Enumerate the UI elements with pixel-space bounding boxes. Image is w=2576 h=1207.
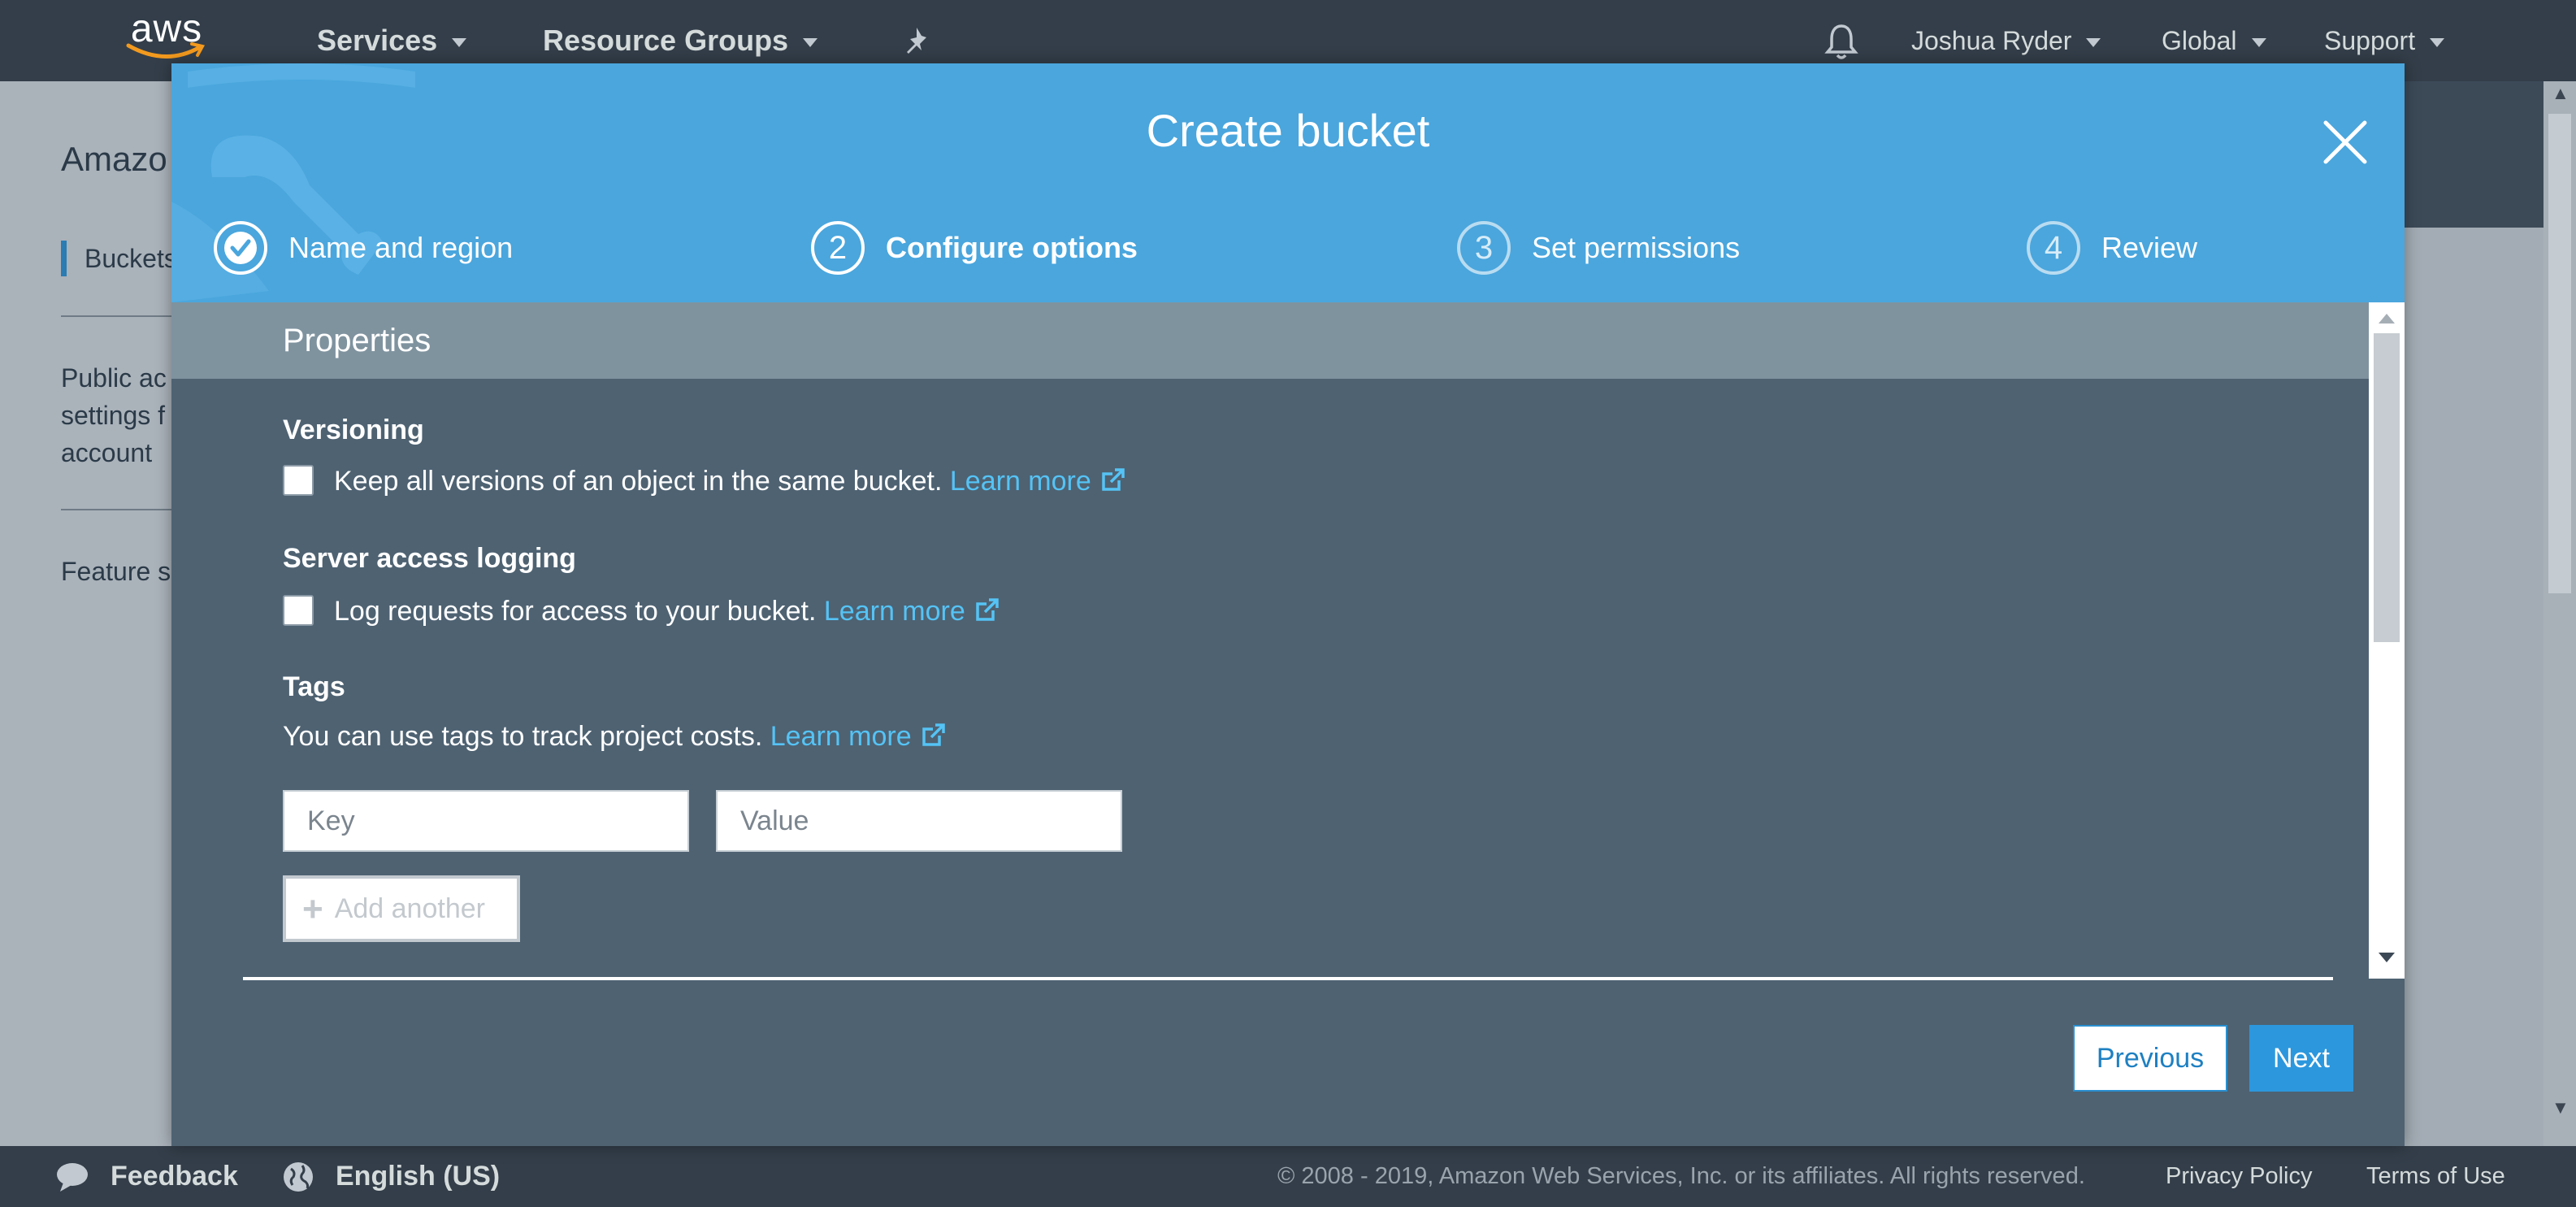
feedback-link[interactable]: Feedback xyxy=(111,1146,238,1207)
step-number: 2 xyxy=(811,221,865,275)
modal-title: Create bucket xyxy=(1146,105,1430,156)
server-access-logging-checkbox[interactable] xyxy=(283,595,314,626)
page-scrollbar[interactable]: ▲ ▼ xyxy=(2543,81,2576,1146)
external-link-icon xyxy=(976,598,999,621)
external-link-icon xyxy=(1102,468,1125,491)
server-access-logging-option: Log requests for access to your bucket. … xyxy=(334,593,1001,629)
page-scrollbar-thumb[interactable] xyxy=(2548,114,2571,593)
aws-logo[interactable]: aws xyxy=(122,7,211,72)
step-number: 4 xyxy=(2027,221,2080,275)
learn-more-label: Learn more xyxy=(949,466,1091,497)
tag-key-input[interactable] xyxy=(283,790,689,852)
public-access-line-2: settings f xyxy=(61,401,166,430)
close-icon[interactable] xyxy=(2322,119,2369,166)
properties-section-header: Properties xyxy=(171,302,2369,379)
services-label: Services xyxy=(317,24,438,57)
versioning-description: Keep all versions of an object in the sa… xyxy=(334,466,943,497)
logging-description: Log requests for access to your bucket. xyxy=(334,596,817,627)
chevron-down-icon xyxy=(2086,38,2101,48)
language-selector[interactable]: English (US) xyxy=(336,1146,500,1207)
chevron-down-icon xyxy=(452,37,467,47)
scroll-up-arrow-icon[interactable]: ▲ xyxy=(2552,83,2569,104)
bell-icon[interactable] xyxy=(1823,21,1860,62)
modal-scrollbar-thumb[interactable] xyxy=(2374,333,2400,642)
modal-body: Properties Versioning Keep all versions … xyxy=(171,302,2369,979)
versioning-title: Versioning xyxy=(283,415,424,445)
aws-smile-icon xyxy=(126,42,206,59)
step-label: Set permissions xyxy=(1532,231,1741,264)
chevron-down-icon xyxy=(803,37,818,47)
external-link-icon xyxy=(922,723,945,746)
properties-title: Properties xyxy=(283,323,432,358)
tag-value-input[interactable] xyxy=(716,790,1122,852)
sidebar-item-feature[interactable]: Feature s xyxy=(61,553,171,590)
page-footer: Feedback English (US) © 2008 - 2019, Ama… xyxy=(0,1146,2576,1207)
chevron-down-icon xyxy=(2430,38,2445,48)
modal-scrollbar[interactable] xyxy=(2369,302,2405,979)
privacy-policy-link[interactable]: Privacy Policy xyxy=(2166,1146,2313,1207)
tags-description-row: You can use tags to track project costs.… xyxy=(283,719,948,754)
add-another-label: Add another xyxy=(334,893,485,924)
public-access-line-3: account xyxy=(61,438,153,467)
scroll-up-arrow-icon[interactable] xyxy=(2379,314,2395,323)
support-label: Support xyxy=(2324,26,2416,55)
modal-header: Create bucket Name and region 2 Configur… xyxy=(171,63,2405,302)
tags-title: Tags xyxy=(283,671,345,702)
create-bucket-modal: Create bucket Name and region 2 Configur… xyxy=(171,63,2405,1146)
modal-footer-divider xyxy=(243,977,2333,980)
step-number: 3 xyxy=(1457,221,1511,275)
feedback-speech-bubble-icon xyxy=(57,1163,88,1192)
logging-learn-more-link[interactable]: Learn more xyxy=(824,596,1001,627)
learn-more-label: Learn more xyxy=(823,596,965,627)
pin-icon[interactable] xyxy=(900,24,933,57)
plus-icon: + xyxy=(302,889,323,929)
versioning-learn-more-link[interactable]: Learn more xyxy=(950,466,1127,497)
region-label: Global xyxy=(2162,26,2237,55)
step-label: Name and region xyxy=(288,231,514,264)
scroll-down-arrow-icon[interactable] xyxy=(2379,953,2395,962)
services-menu[interactable]: Services xyxy=(317,20,467,62)
user-menu[interactable]: Joshua Ryder xyxy=(1911,20,2101,62)
terms-of-use-link[interactable]: Terms of Use xyxy=(2366,1146,2505,1207)
step-label: Configure options xyxy=(886,231,1138,264)
public-access-line-1: Public ac xyxy=(61,363,167,393)
copyright-text: © 2008 - 2019, Amazon Web Services, Inc.… xyxy=(1277,1163,2085,1189)
step-complete-check-icon xyxy=(214,221,267,275)
user-name: Joshua Ryder xyxy=(1911,26,2072,55)
step-label: Review xyxy=(2101,231,2198,264)
scroll-down-arrow-icon[interactable]: ▼ xyxy=(2552,1097,2569,1118)
background-page-title: Amazo xyxy=(61,140,167,178)
versioning-option: Keep all versions of an object in the sa… xyxy=(334,463,1127,499)
region-menu[interactable]: Global xyxy=(2162,20,2266,62)
previous-button[interactable]: Previous xyxy=(2073,1025,2227,1092)
resource-groups-label: Resource Groups xyxy=(543,24,789,57)
tags-description: You can use tags to track project costs. xyxy=(283,721,763,752)
next-button[interactable]: Next xyxy=(2249,1025,2353,1092)
resource-groups-menu[interactable]: Resource Groups xyxy=(543,20,818,62)
add-another-tag-button[interactable]: + Add another xyxy=(283,875,520,942)
support-menu[interactable]: Support xyxy=(2324,20,2445,62)
globe-icon xyxy=(284,1162,313,1192)
chevron-down-icon xyxy=(2251,38,2266,48)
learn-more-label: Learn more xyxy=(770,721,912,752)
versioning-checkbox[interactable] xyxy=(283,465,314,496)
server-access-logging-title: Server access logging xyxy=(283,543,576,574)
tags-learn-more-link[interactable]: Learn more xyxy=(770,721,948,752)
sidebar-item-buckets[interactable]: Buckets xyxy=(61,241,177,276)
